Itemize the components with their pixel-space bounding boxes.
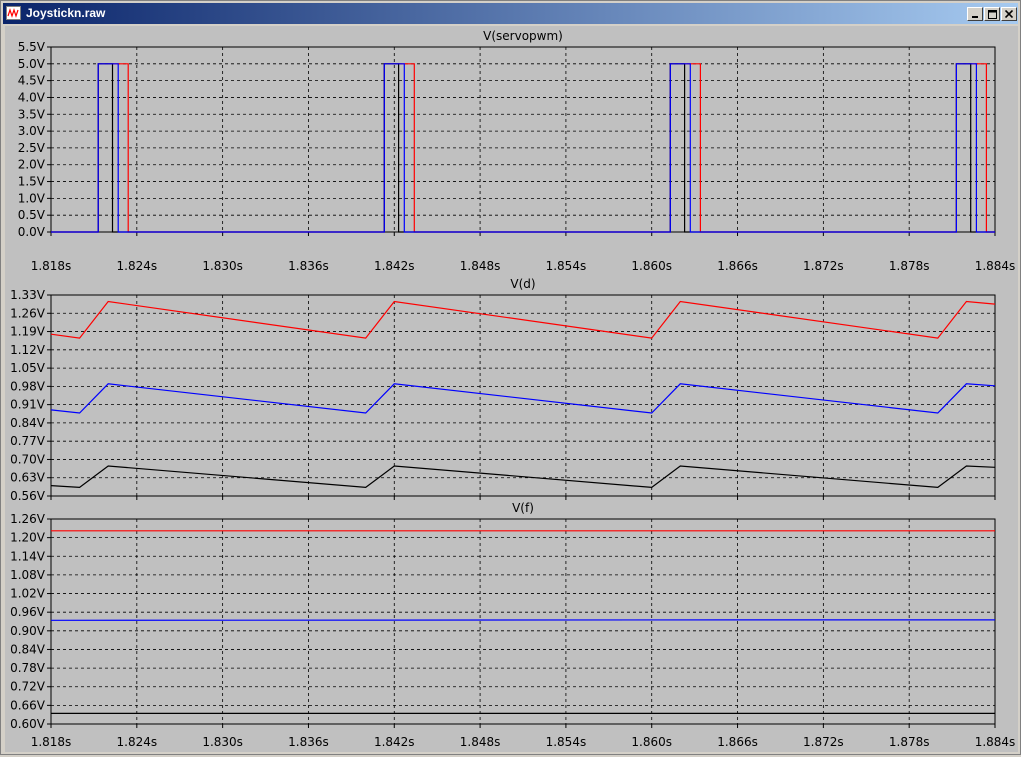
x-tick-label: 1.830s <box>202 259 243 273</box>
x-tick-label: 1.842s <box>374 259 415 273</box>
x-tick-label: 1.872s <box>803 735 844 749</box>
y-tick-label: 0.98V <box>10 379 46 393</box>
x-tick-label: 1.866s <box>717 735 758 749</box>
close-button[interactable] <box>1001 7 1017 21</box>
x-tick-label: 1.836s <box>288 259 329 273</box>
series-trace-1-0 <box>51 302 995 339</box>
y-tick-label: 1.02V <box>10 587 46 601</box>
y-tick-label: 0.60V <box>10 717 46 731</box>
y-tick-label: 0.5V <box>18 208 46 222</box>
y-tick-label: 1.5V <box>18 175 46 189</box>
plot-frame-0 <box>51 47 995 232</box>
x-tick-label: 1.818s <box>31 259 72 273</box>
y-tick-label: 1.26V <box>10 512 46 526</box>
x-tick-label: 1.830s <box>202 735 243 749</box>
y-tick-label: 1.14V <box>10 549 46 563</box>
x-tick-label: 1.824s <box>117 259 158 273</box>
x-tick-label: 1.818s <box>31 735 72 749</box>
x-tick-label: 1.884s <box>975 259 1016 273</box>
plot-frame-2 <box>51 519 995 724</box>
y-tick-label: 0.78V <box>10 661 46 675</box>
x-tick-label: 1.884s <box>975 735 1016 749</box>
waveform-plots[interactable]: 0.0V 0.5V 1.0V 1.5V 2.0V 2.5V 3.0V 3.5V 4.0V 4.5V… <box>5 26 1018 752</box>
window-title: Joystickn.raw <box>26 6 105 20</box>
plot-title: V(f) <box>512 501 534 515</box>
y-tick-label: 2.0V <box>18 158 46 172</box>
title-bar[interactable]: Joystickn.raw <box>3 3 1018 24</box>
x-tick-label: 1.860s <box>631 735 672 749</box>
x-tick-label: 1.854s <box>546 259 587 273</box>
y-tick-label: 1.19V <box>10 325 46 339</box>
y-tick-label: 1.33V <box>10 288 46 302</box>
series-trace-0-1 <box>51 64 995 232</box>
plot-area[interactable]: 0.0V 0.5V 1.0V 1.5V 2.0V 2.5V 3.0V 3.5V 4.0V 4.5V… <box>5 26 1018 752</box>
y-tick-label: 0.72V <box>10 680 46 694</box>
y-tick-label: 0.66V <box>10 698 46 712</box>
y-tick-label: 1.20V <box>10 531 46 545</box>
series-trace-0-2 <box>51 64 995 232</box>
x-tick-label: 1.842s <box>374 735 415 749</box>
y-tick-label: 1.05V <box>10 361 46 375</box>
x-tick-label: 1.848s <box>460 259 501 273</box>
y-tick-label: 0.91V <box>10 398 46 412</box>
series-trace-0-0 <box>51 64 995 232</box>
y-tick-label: 1.0V <box>18 191 46 205</box>
maximize-button[interactable] <box>984 7 1000 21</box>
x-tick-label: 1.860s <box>631 259 672 273</box>
close-icon <box>1005 10 1013 18</box>
y-tick-label: 0.70V <box>10 452 46 466</box>
y-tick-label: 5.0V <box>18 57 46 71</box>
y-tick-label: 0.84V <box>10 416 46 430</box>
y-tick-label: 0.90V <box>10 624 46 638</box>
minimize-icon <box>971 10 979 18</box>
x-tick-label: 1.836s <box>288 735 329 749</box>
waveform-icon[interactable] <box>6 6 21 20</box>
y-tick-label: 3.0V <box>18 124 46 138</box>
x-tick-label: 1.848s <box>460 735 501 749</box>
x-tick-label: 1.824s <box>117 735 158 749</box>
x-tick-label: 1.866s <box>717 259 758 273</box>
y-tick-label: 1.08V <box>10 568 46 582</box>
y-tick-label: 3.5V <box>18 107 46 121</box>
y-tick-label: 2.5V <box>18 141 46 155</box>
y-tick-label: 0.63V <box>10 471 46 485</box>
x-tick-label: 1.878s <box>889 259 930 273</box>
y-tick-label: 4.5V <box>18 74 46 88</box>
series-trace-1-1 <box>51 384 995 413</box>
x-tick-label: 1.878s <box>889 735 930 749</box>
maximize-icon <box>988 10 997 19</box>
waveform-window: Joystickn.raw 0.0V 0.5V 1.0V 1.5V 2.0V 2.5V 3.… <box>0 0 1021 755</box>
plot-title: V(d) <box>510 277 535 291</box>
plot-frame-1 <box>51 295 995 496</box>
y-tick-label: 1.12V <box>10 343 46 357</box>
x-tick-label: 1.854s <box>546 735 587 749</box>
y-tick-label: 0.56V <box>10 489 46 503</box>
minimize-button[interactable] <box>967 7 983 21</box>
x-tick-label: 1.872s <box>803 259 844 273</box>
y-tick-label: 4.0V <box>18 90 46 104</box>
y-tick-label: 0.96V <box>10 605 46 619</box>
series-trace-1-2 <box>51 466 995 487</box>
y-tick-label: 1.26V <box>10 306 46 320</box>
y-tick-label: 5.5V <box>18 40 46 54</box>
plot-title: V(servopwm) <box>483 29 563 43</box>
y-tick-label: 0.77V <box>10 434 46 448</box>
y-tick-label: 0.0V <box>18 225 46 239</box>
y-tick-label: 0.84V <box>10 642 46 656</box>
